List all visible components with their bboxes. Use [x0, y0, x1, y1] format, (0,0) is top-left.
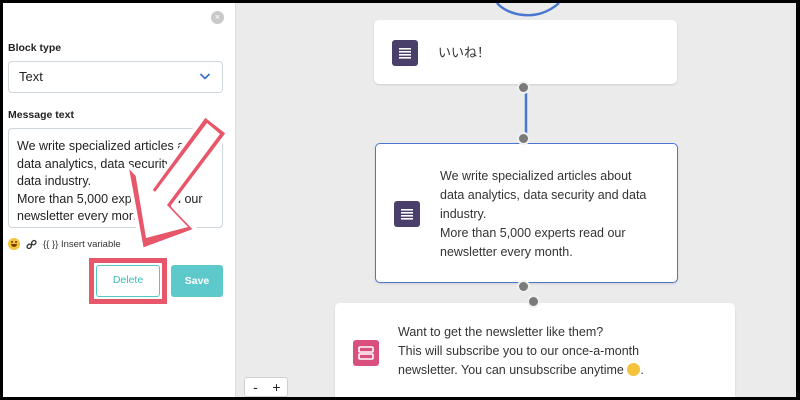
text-block-icon — [394, 201, 420, 227]
node-message-body: Want to get the newsletter like them? Th… — [398, 325, 640, 377]
flow-editor: × Block type Text Message text We write … — [3, 3, 796, 397]
link-icon[interactable] — [26, 239, 37, 250]
block-type-select[interactable]: Text — [8, 61, 223, 93]
node-message-text: We write specialized articles about data… — [440, 169, 647, 259]
node-message-text: いいね！ — [438, 45, 491, 60]
block-type-label: Block type — [8, 42, 62, 54]
form-block-node[interactable]: Want to get the newsletter like them? Th… — [335, 303, 735, 397]
block-type-value: Text — [19, 69, 43, 84]
text-block-icon — [392, 40, 418, 66]
close-icon[interactable]: × — [211, 11, 224, 24]
zoom-controls: - + — [244, 377, 288, 397]
flow-canvas[interactable]: いいね！ We write specialized articles about… — [237, 3, 796, 397]
insert-variable-button[interactable]: {{ }} Insert variable — [43, 239, 121, 250]
connector-handle[interactable] — [527, 295, 540, 308]
save-button[interactable]: Save — [171, 265, 223, 297]
message-text-label: Message text — [8, 109, 74, 121]
emoji-icon[interactable] — [8, 238, 20, 250]
message-textarea[interactable]: We write specialized articles about data… — [8, 128, 223, 228]
block-editor-panel: × Block type Text Message text We write … — [3, 3, 236, 397]
connector-handle[interactable] — [517, 280, 530, 293]
connector-handle[interactable] — [517, 81, 530, 94]
delete-button[interactable]: Delete — [96, 265, 160, 297]
zoom-in-button[interactable]: + — [266, 378, 287, 396]
zoom-out-button[interactable]: - — [245, 378, 266, 396]
smiley-emoji-icon — [627, 363, 641, 376]
text-block-node-selected[interactable]: We write specialized articles about data… — [375, 143, 678, 283]
text-block-node[interactable]: いいね！ — [374, 20, 677, 84]
node-message-text: Want to get the newsletter like them? Th… — [398, 325, 644, 377]
form-block-icon — [353, 340, 379, 366]
message-toolbar: {{ }} Insert variable — [8, 237, 121, 251]
connector-handle[interactable] — [517, 132, 530, 145]
chevron-down-icon — [199, 73, 211, 80]
